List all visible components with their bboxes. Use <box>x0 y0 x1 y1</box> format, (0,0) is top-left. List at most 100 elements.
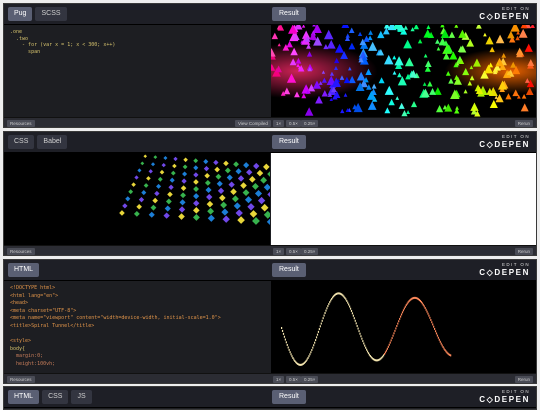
zoom-1x-button[interactable]: 1× <box>273 248 285 255</box>
spiral-dot <box>321 319 323 322</box>
code-line: .one <box>10 29 23 35</box>
edit-on-codepen-link[interactable]: EDIT ON C◇DEPEN <box>479 389 530 404</box>
spiral-dot <box>366 348 368 351</box>
spiral-dot <box>308 355 310 358</box>
spiral-dot <box>425 308 427 311</box>
rerun-button[interactable]: Rerun <box>514 376 533 383</box>
spiral-dot <box>402 309 405 312</box>
spiral-dot <box>351 312 354 315</box>
tab-js[interactable]: JS <box>71 390 92 404</box>
spiral-dot <box>318 328 320 331</box>
edit-on-codepen-link[interactable]: EDIT ON C◇DEPEN <box>479 262 530 277</box>
edit-on-codepen-link[interactable]: EDIT ON C◇DEPEN <box>479 134 530 149</box>
result-preview[interactable] <box>271 281 536 373</box>
tab-pug[interactable]: Pug <box>8 7 33 21</box>
code-line: margin:0; <box>10 353 44 360</box>
tab-result[interactable]: Result <box>272 7 306 21</box>
pen-header: CSS Babel Result EDIT ON C◇DEPEN <box>4 132 536 153</box>
spiral-dot <box>387 345 389 348</box>
spiral-dot <box>431 321 433 324</box>
resources-button[interactable]: Resources <box>7 376 35 383</box>
result-preview[interactable] <box>271 25 536 117</box>
rerun-button[interactable]: Rerun <box>514 248 533 255</box>
spiral-dot <box>291 355 293 358</box>
pen-header: HTML Result EDIT ON C◇DEPEN <box>4 260 536 281</box>
tab-result[interactable]: Result <box>272 263 306 277</box>
spiral-dot <box>424 306 426 309</box>
spiral-dot <box>315 336 318 339</box>
spiral-dot <box>400 313 403 316</box>
zoom-05x-button[interactable]: 0.5× <box>286 120 301 127</box>
spiral-dot <box>290 353 292 356</box>
spiral-dot <box>310 351 312 354</box>
resources-button[interactable]: Resources <box>7 120 35 127</box>
codepen-logo: C◇DEPEN <box>479 140 530 149</box>
spiral-dot <box>346 299 348 302</box>
zoom-1x-button[interactable]: 1× <box>273 120 285 127</box>
result-preview[interactable] <box>271 153 536 245</box>
code-line: height:100vh; <box>10 360 56 367</box>
pen-embed-3: HTML Result EDIT ON C◇DEPEN <!DOCTYPE ht… <box>3 259 537 384</box>
spiral-dot <box>289 351 291 354</box>
tab-html[interactable]: HTML <box>8 263 40 277</box>
spiral-dot <box>433 325 435 328</box>
view-compiled-button[interactable]: View Compiled <box>235 120 271 127</box>
tab-html[interactable]: HTML <box>8 390 40 404</box>
spiral-dot <box>360 335 362 338</box>
code-line: body{ <box>10 345 26 352</box>
spiral-dot <box>352 314 354 317</box>
spiral-dot <box>326 307 328 310</box>
zoom-1x-button[interactable]: 1× <box>273 376 285 383</box>
spiral-dot <box>396 324 398 327</box>
spiral-dot <box>354 319 356 322</box>
code-line: <meta charset="UTF-8"> <box>10 307 77 314</box>
spiral-dot <box>287 346 289 349</box>
spiral-dot <box>317 330 320 333</box>
spiral-dot <box>282 332 285 335</box>
spiral-dot <box>364 344 366 347</box>
spiral-dot <box>322 317 324 320</box>
zoom-05x-button[interactable]: 0.5× <box>286 248 301 255</box>
tab-scss[interactable]: SCSS <box>35 7 67 21</box>
resources-button[interactable]: Resources <box>7 248 35 255</box>
spiral-dot <box>389 341 391 344</box>
spiral-dot <box>353 317 355 320</box>
spiral-dot <box>435 332 438 335</box>
tab-css[interactable]: CSS <box>8 135 35 149</box>
spiral-dot <box>388 343 390 346</box>
spiral-dot <box>426 310 428 313</box>
zoom-05x-button[interactable]: 0.5× <box>286 376 301 383</box>
spiral-dot <box>323 314 325 317</box>
code-editor[interactable]: <!DOCTYPE html> <html lang="en"> <head> … <box>4 281 270 373</box>
spiral-dot <box>309 353 311 356</box>
zoom-025x-button[interactable]: 0.25× <box>301 248 319 255</box>
rerun-button[interactable]: Rerun <box>514 120 533 127</box>
zoom-025x-button[interactable]: 0.25× <box>301 376 319 383</box>
pen-embed-1: Pug SCSS Result EDIT ON C◇DEPEN .one .tw… <box>3 3 537 128</box>
spiral-dot <box>281 329 284 332</box>
spiral-dot <box>385 349 388 352</box>
spiral-dot <box>356 324 358 327</box>
spiral-dot <box>359 332 361 335</box>
spiral-dot <box>361 337 363 340</box>
edit-on-codepen-link[interactable]: EDIT ON C◇DEPEN <box>479 6 530 21</box>
triangle-swarm-graphic <box>271 25 536 117</box>
spiral-dot <box>285 341 287 344</box>
code-editor[interactable] <box>4 153 270 245</box>
pen-footer: Resources 1× 0.5× 0.25× Rerun <box>4 373 536 383</box>
tab-result[interactable]: Result <box>272 390 306 404</box>
spiral-dot <box>395 327 397 330</box>
codepen-logo: C◇DEPEN <box>479 395 530 404</box>
spiral-dot <box>363 342 365 345</box>
zoom-025x-button[interactable]: 0.25× <box>301 120 319 127</box>
spiral-dot <box>427 312 429 315</box>
code-line: <style> <box>10 338 32 345</box>
code-editor[interactable]: .one .two - for (var x = 1; x < 300; x++… <box>4 25 270 117</box>
spiral-dot <box>347 301 349 304</box>
tab-result[interactable]: Result <box>272 135 306 149</box>
tab-babel[interactable]: Babel <box>37 135 68 149</box>
spiral-dot <box>349 307 352 310</box>
tab-css[interactable]: CSS <box>42 390 69 404</box>
spiral-dot <box>429 316 431 319</box>
spiral-dot <box>315 339 317 342</box>
